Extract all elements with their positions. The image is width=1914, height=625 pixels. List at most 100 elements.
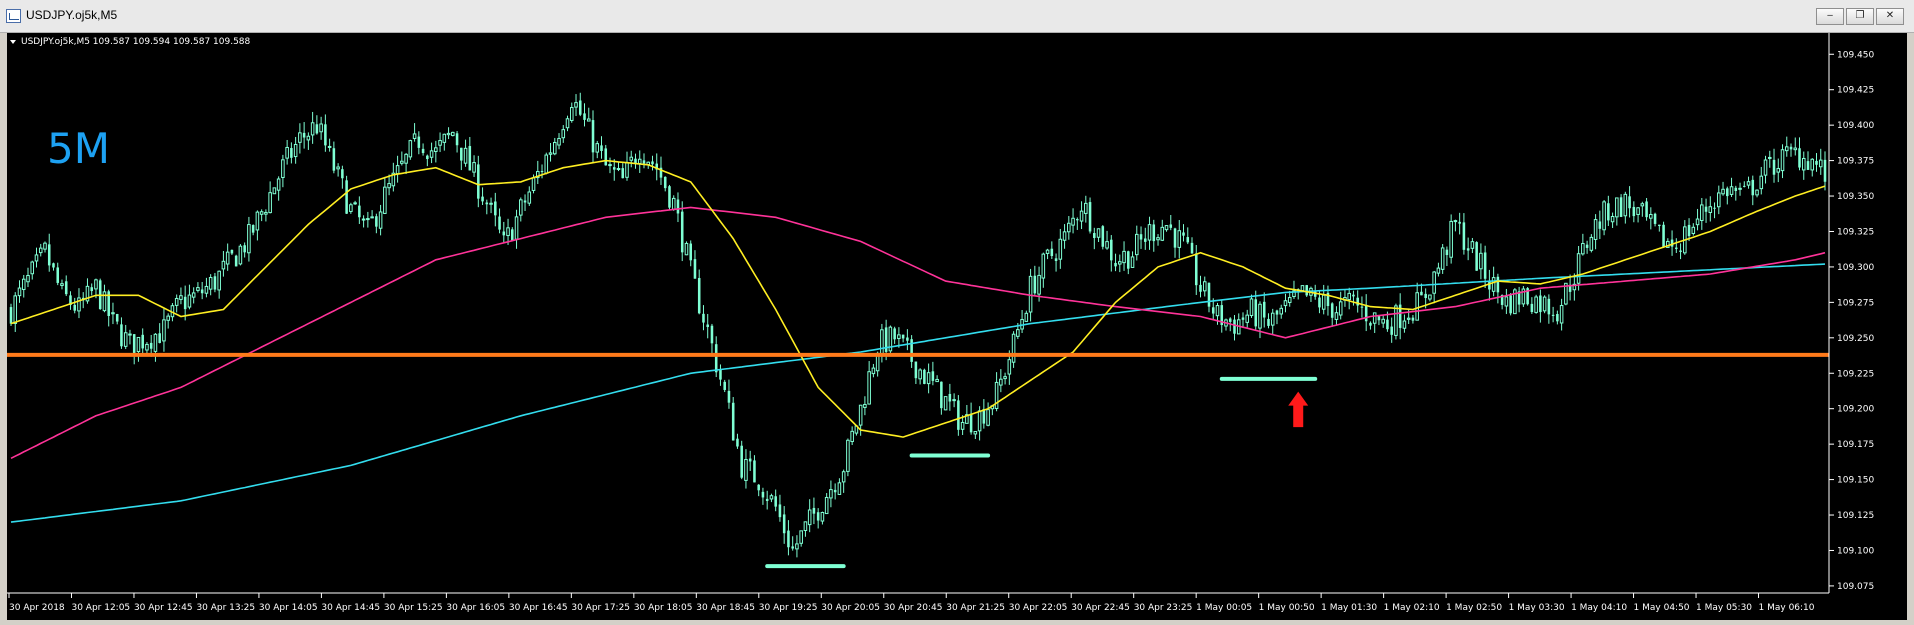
price-tick-label: 109.300 [1837,263,1874,273]
candle-body [1228,318,1232,322]
candle-body [1743,185,1746,187]
candle-body [1445,249,1449,256]
candle-body [141,334,144,349]
candle-body [1202,281,1207,292]
candle-body [651,161,654,165]
candle-body [697,278,701,314]
candle-body [481,196,484,202]
candle-body [897,334,901,340]
candle-body [94,279,98,290]
symbol-info-line: USDJPY.oj5k,M5 109.587 109.594 109.587 1… [21,37,251,47]
candle-body [952,399,956,402]
candle-body [1283,300,1288,307]
candle-body [561,129,566,139]
candle-body [740,445,743,478]
candle-body [583,113,586,120]
time-tick-label: 30 Apr 12:45 [134,603,193,613]
chart-area[interactable]: 109.450 109.425 109.400 109.375 109.350 109.3… [7,33,1907,620]
candle-body [867,371,871,405]
candle-body [1279,307,1284,315]
price-tick-label: 109.150 [1837,476,1874,486]
candle-body [1415,292,1419,321]
candle-body [906,337,909,341]
candle-body [1559,305,1564,324]
candle-body [26,274,30,283]
candle-body [1645,201,1648,218]
candle-body [803,521,808,532]
candle-body [1491,277,1496,292]
candle-body [1539,295,1542,313]
candle-body [1024,312,1029,322]
candle-body [1016,329,1020,337]
candle-body [306,135,311,141]
candle-body [327,145,332,148]
candle-body [693,259,697,279]
candle-body [30,261,35,275]
candle-body [1352,294,1355,297]
candle-body [1708,206,1713,213]
candle-body [1449,220,1453,258]
candle-body [1530,303,1534,313]
candle-body [442,133,447,143]
candle-body [251,225,255,233]
candle-body [1318,297,1321,308]
candle-body [47,244,51,266]
candle-body [1759,175,1764,190]
candle-body [225,251,230,265]
candle-body [1691,226,1696,234]
candle-body [1585,244,1589,248]
candle-body [404,153,408,164]
close-button[interactable]: ✕ [1876,8,1904,25]
candle-body [1462,222,1466,250]
candle-body [276,178,281,191]
candle-body [387,183,391,189]
candle-body [676,199,680,214]
price-chart[interactable]: 109.450 109.425 109.400 109.375 109.350 109.3… [7,33,1907,620]
candle-body [1713,207,1716,209]
candle-body [1729,186,1734,195]
candle-body [455,133,459,146]
candle-body [187,294,192,308]
candle-body [1169,224,1173,228]
time-tick-label: 30 Apr 22:05 [1009,603,1068,613]
candle-body [463,147,468,164]
candle-body [757,484,760,491]
candle-body [1453,220,1458,223]
candle-body [1687,224,1691,237]
candle-body [1105,241,1109,249]
candle-body [1695,218,1700,226]
minimize-button[interactable]: ‒ [1816,8,1844,25]
candle-body [1632,206,1636,217]
candle-body [548,152,553,155]
candle-body [769,495,774,500]
price-tick-label: 109.275 [1837,298,1874,308]
candle-body [841,471,846,483]
candle-body [969,413,973,433]
candle-body [782,514,786,534]
candle-body [489,202,493,205]
candle-body [1147,224,1152,241]
candle-body [145,343,149,351]
time-tick-label: 30 Apr 20:05 [821,603,880,613]
candle-body [731,402,735,441]
time-tick-label: 30 Apr 2018 [9,603,65,613]
candle-body [1114,262,1117,267]
candle-body [914,361,918,379]
candle-body [1135,233,1139,256]
candle-body [310,122,315,136]
info-dropdown-icon[interactable] [10,40,16,44]
candle-body [1364,304,1368,322]
candle-body [1360,306,1364,308]
candle-body [1381,318,1385,324]
time-tick-label: 30 Apr 18:45 [696,603,755,613]
restore-button[interactable]: ❐ [1846,8,1874,25]
terminal-window: USDJPY.oj5k,M5 ‒ ❐ ✕ 109.450 109.425 109.4… [0,0,1914,625]
timeframe-label: 5M [47,124,110,173]
candle-body [527,191,532,204]
candle-body [608,164,612,167]
title-bar[interactable]: USDJPY.oj5k,M5 ‒ ❐ ✕ [0,0,1914,33]
candle-body [616,168,621,171]
candle-body [234,255,238,267]
time-tick-label: 1 May 00:50 [1259,603,1315,613]
candle-body [383,186,387,214]
